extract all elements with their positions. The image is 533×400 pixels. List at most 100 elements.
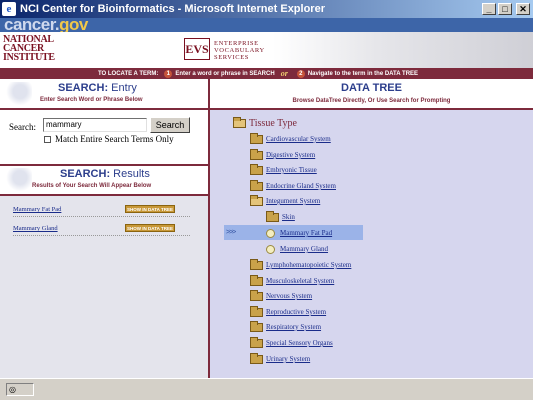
folder-open-icon <box>250 194 263 206</box>
folder-icon <box>250 289 263 301</box>
search-results-title-light: Results <box>110 168 150 180</box>
tree-node[interactable]: Musculoskeletal System <box>250 274 334 287</box>
match-entire-checkbox[interactable] <box>44 136 51 143</box>
search-results-subtitle: Results of Your Search Will Appear Below <box>32 183 152 189</box>
search-label: Search: <box>9 122 36 132</box>
cancergov-bar: cancer.gov <box>0 15 533 34</box>
folder-icon <box>250 352 263 364</box>
search-results-title: SEARCH: Results <box>60 168 150 180</box>
instruction-or: or <box>280 69 288 78</box>
search-input[interactable]: mammary <box>43 118 147 132</box>
status-bar: ◎ <box>0 378 533 400</box>
folder-icon <box>250 336 263 348</box>
folder-icon <box>266 210 279 222</box>
folder-icon <box>250 320 263 332</box>
instruction-lead: TO LOCATE A TERM: <box>98 70 159 77</box>
ie-icon: e <box>2 2 16 16</box>
evs-text-line: VOCABULARY <box>214 47 265 54</box>
step2-badge: 2 <box>296 69 305 78</box>
instruction-bar: TO LOCATE A TERM: 1 Enter a word or phra… <box>0 68 533 79</box>
evs-text-line: SERVICES <box>214 54 249 61</box>
tree-node[interactable]: Respiratory System <box>250 320 322 333</box>
tree-node[interactable]: Urinary System <box>250 352 311 365</box>
tree-node-label: Endocrine Gland System <box>266 182 336 190</box>
search-button[interactable]: Search <box>150 117 190 133</box>
leaf-icon <box>266 228 275 238</box>
evs-logo-text: ENTERPRISE VOCABULARY SERVICES <box>214 40 265 61</box>
tree-node-label: Digestive System <box>266 151 316 159</box>
tree-node-label: Urinary System <box>266 355 311 363</box>
search-entry-title-bold: SEARCH: <box>58 82 109 94</box>
swirl-decoration <box>2 82 32 106</box>
match-entire-label: Match Entire Search Terms Only <box>55 134 174 144</box>
divider <box>210 108 533 110</box>
evs-text-line: ENTERPRISE <box>214 40 259 47</box>
result-row: Mammary Gland SHOW IN DATA TREE <box>13 224 190 237</box>
nci-logo-line: INSTITUTE <box>3 52 55 63</box>
tree-node[interactable]: Cardiovascular System <box>250 132 331 145</box>
tree-node[interactable]: Special Sensory Organs <box>250 336 333 349</box>
data-tree-header: DATA TREE Browse DataTree Directly, Or U… <box>210 79 533 110</box>
folder-icon <box>250 179 263 191</box>
banner-decoration <box>273 32 533 68</box>
result-row: Mammary Fat Pad SHOW IN DATA TREE <box>13 205 190 218</box>
show-in-data-tree-button[interactable]: SHOW IN DATA TREE <box>125 205 175 213</box>
evs-logo-mark: EVS <box>184 38 210 60</box>
tree-node-label: Special Sensory Organs <box>266 339 333 347</box>
tree-node[interactable]: Endocrine Gland System <box>250 179 336 192</box>
folder-icon <box>250 274 263 286</box>
tree-node-selected[interactable]: Mammary Fat Pad <box>266 227 332 239</box>
folder-icon <box>250 148 263 160</box>
swirl-decoration <box>2 168 32 192</box>
instruction-step2: Navigate to the term in the DATA TREE <box>307 70 419 77</box>
tree-node[interactable]: Skin <box>266 210 295 223</box>
tree-node-label: Lymphohematopoietic System <box>266 261 352 269</box>
close-button[interactable]: ✕ <box>516 3 530 15</box>
row-divider <box>13 216 190 217</box>
show-in-data-tree-button[interactable]: SHOW IN DATA TREE <box>125 224 175 232</box>
search-entry-subtitle: Enter Search Word or Phrase Below <box>40 97 143 103</box>
window-title: NCI Center for Bioinformatics - Microsof… <box>20 3 325 15</box>
result-link[interactable]: Mammary Fat Pad <box>13 206 61 213</box>
tree-node[interactable]: Nervous System <box>250 289 313 302</box>
folder-icon <box>250 305 263 317</box>
folder-open-icon <box>233 116 246 128</box>
tree-node-label: Skin <box>282 213 295 221</box>
row-divider <box>13 235 190 236</box>
tree-node[interactable]: Integument System <box>250 194 321 207</box>
tree-node-label: Integument System <box>266 197 321 205</box>
data-tree-title: DATA TREE <box>341 82 402 94</box>
minimize-button[interactable]: _ <box>482 3 496 15</box>
tree-root[interactable]: Tissue Type <box>233 116 297 129</box>
panel-divider <box>208 79 210 378</box>
search-results-title-bold: SEARCH: <box>60 168 111 180</box>
search-results-header: SEARCH: Results Results of Your Search W… <box>0 166 208 196</box>
tree-node-label: Mammary Fat Pad <box>280 229 333 237</box>
tree-node-label: Embryonic Tissue <box>266 166 317 174</box>
tree-node-label: Mammary Gland <box>280 245 329 253</box>
tree-node[interactable]: Embryonic Tissue <box>250 163 317 176</box>
folder-icon <box>250 132 263 144</box>
search-entry-title: SEARCH: Entry <box>58 82 137 94</box>
maximize-button[interactable]: □ <box>498 3 512 15</box>
tree-root-label: Tissue Type <box>249 117 297 129</box>
result-link[interactable]: Mammary Gland <box>13 225 58 232</box>
search-results-list: Mammary Fat Pad SHOW IN DATA TREE Mammar… <box>0 196 209 378</box>
tree-node-label: Cardiovascular System <box>266 135 331 143</box>
tree-node[interactable]: Mammary Gland <box>266 243 328 255</box>
tree-node[interactable]: Lymphohematopoietic System <box>250 258 352 271</box>
nci-logo[interactable]: NATIONAL CANCER INSTITUTE <box>3 35 63 63</box>
search-entry-header: SEARCH: Entry Enter Search Word or Phras… <box>0 80 208 110</box>
tree-node[interactable]: Digestive System <box>250 148 316 161</box>
tree-node[interactable]: Reproductive System <box>250 305 326 318</box>
header-banner: NATIONAL CANCER INSTITUTE EVS ENTERPRISE… <box>0 32 533 68</box>
tree-node-label: Respiratory System <box>266 323 322 331</box>
leaf-icon <box>266 244 275 254</box>
status-icon: ◎ <box>6 383 34 396</box>
data-tree-subtitle: Browse DataTree Directly, Or Use Search … <box>292 98 451 104</box>
folder-icon <box>250 163 263 175</box>
selected-marker: >>> <box>226 229 236 236</box>
tree-node-label: Nervous System <box>266 292 313 300</box>
search-entry-title-light: Entry <box>108 82 137 94</box>
instruction-step1: Enter a word or phrase in SEARCH <box>175 70 275 77</box>
